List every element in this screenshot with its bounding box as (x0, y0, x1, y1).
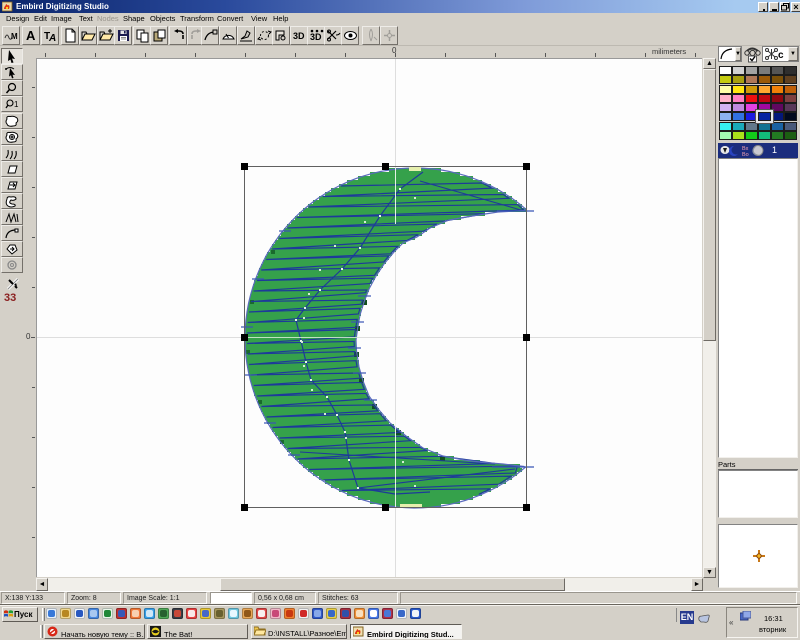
svg-text:c: c (778, 50, 784, 60)
svg-text:Bo: Bo (742, 152, 749, 157)
svg-text:3D: 3D (310, 32, 322, 42)
svg-text:A: A (48, 33, 56, 43)
svg-text:M: M (11, 32, 18, 41)
svg-text:3D: 3D (293, 31, 305, 41)
svg-text:1: 1 (14, 100, 19, 109)
svg-text:A: A (26, 28, 36, 43)
